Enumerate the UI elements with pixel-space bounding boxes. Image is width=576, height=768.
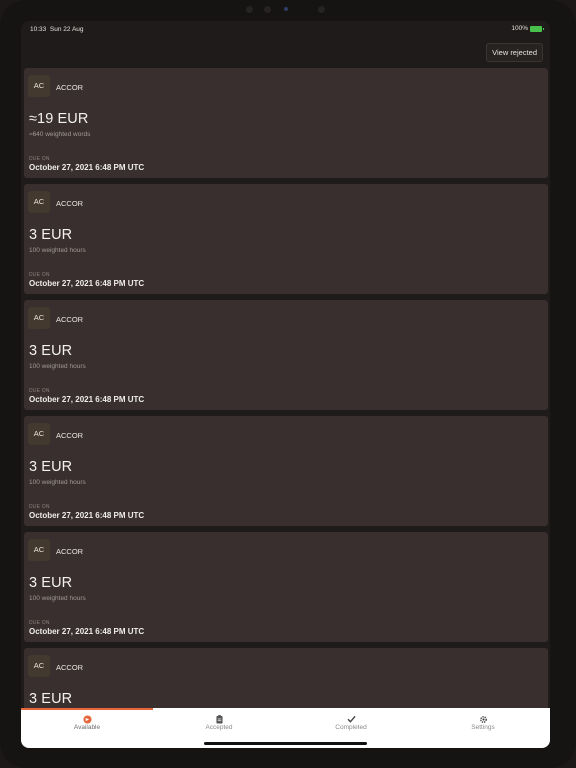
camera-array [0,6,576,14]
gear-icon [417,715,549,724]
job-volume: 100 weighted hours [29,479,86,486]
status-right: 100% [511,25,544,32]
job-card[interactable]: AC ACCOR 3 EUR [24,648,548,708]
due-label: DUE ON [29,156,50,162]
job-card[interactable]: AC ACCOR 3 EUR 100 weighted hours DUE ON… [24,532,548,642]
tab-settings[interactable]: Settings [417,708,549,748]
home-indicator[interactable] [204,742,367,745]
app-screen: 10:33 Sun 22 Aug 100% View rejected AC A… [21,21,550,748]
status-clock: 10:33 [30,26,47,33]
due-date: October 27, 2021 6:48 PM UTC [29,511,145,520]
job-amount: 3 EUR [29,343,73,359]
due-date: October 27, 2021 6:48 PM UTC [29,627,145,636]
job-volume: ≈640 weighted words [29,131,91,138]
tab-label: Accepted [205,724,233,731]
client-avatar: AC [28,191,50,213]
tablet-frame: 10:33 Sun 22 Aug 100% View rejected AC A… [0,0,576,768]
tab-label: Settings [471,724,495,731]
job-volume: 100 weighted hours [29,595,86,602]
job-list[interactable]: AC ACCOR ≈19 EUR ≈640 weighted words DUE… [24,68,548,708]
job-card[interactable]: AC ACCOR 3 EUR 100 weighted hours DUE ON… [24,184,548,294]
job-card[interactable]: AC ACCOR 3 EUR 100 weighted hours DUE ON… [24,416,548,526]
client-name: ACCOR [56,663,84,672]
client-name: ACCOR [56,199,84,208]
due-date: October 27, 2021 6:48 PM UTC [29,163,145,172]
due-label: DUE ON [29,504,50,510]
top-bar: View rejected [21,37,550,67]
status-date: Sun 22 Aug [49,26,84,33]
client-name: ACCOR [56,83,84,92]
camera-dot [246,6,253,13]
due-label: DUE ON [29,388,50,394]
job-volume: 100 weighted hours [29,247,86,254]
status-time: 10:33 Sun 22 Aug [30,26,84,33]
client-name: ACCOR [56,315,84,324]
job-amount: 3 EUR [29,575,73,591]
client-avatar: AC [28,539,50,561]
tab-label: Completed [335,724,367,731]
battery-text: 100% [511,25,528,32]
camera-dot [318,6,325,13]
due-date: October 27, 2021 6:48 PM UTC [29,395,145,404]
job-card[interactable]: AC ACCOR 3 EUR 100 weighted hours DUE ON… [24,300,548,410]
camera-lens [284,7,288,11]
available-icon [21,715,153,724]
client-avatar: AC [28,423,50,445]
due-label: DUE ON [29,620,50,626]
tab-bar: Available Accepted Completed Settings [21,708,550,748]
job-amount: 3 EUR [29,227,73,243]
client-avatar: AC [28,655,50,677]
battery-full-icon [530,25,544,32]
due-date: October 27, 2021 6:48 PM UTC [29,279,145,288]
job-card[interactable]: AC ACCOR ≈19 EUR ≈640 weighted words DUE… [24,68,548,178]
client-name: ACCOR [56,547,84,556]
client-avatar: AC [28,75,50,97]
view-rejected-button[interactable]: View rejected [486,43,543,62]
job-amount: 3 EUR [29,459,73,475]
tab-available[interactable]: Available [21,708,153,748]
job-volume: 100 weighted hours [29,363,86,370]
status-bar: 10:33 Sun 22 Aug 100% [21,21,550,37]
client-name: ACCOR [56,431,84,440]
tab-label: Available [73,724,101,731]
client-avatar: AC [28,307,50,329]
camera-dot [264,6,271,13]
due-label: DUE ON [29,272,50,278]
clipboard-icon [153,715,285,724]
job-amount: 3 EUR [29,691,73,707]
checkmark-icon [285,715,417,724]
job-amount: ≈19 EUR [29,111,89,127]
